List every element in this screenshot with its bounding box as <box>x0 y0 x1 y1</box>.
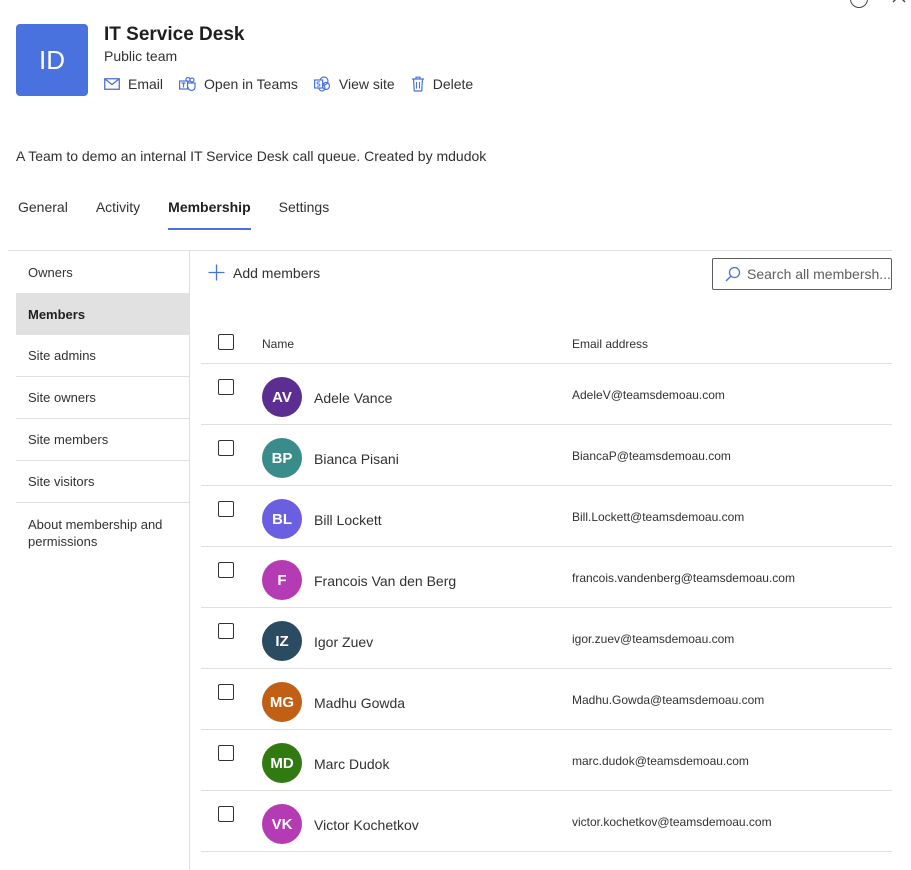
member-name: Bill Lockett <box>314 512 382 528</box>
add-members-label: Add members <box>233 264 321 281</box>
restore-icon[interactable] <box>850 0 868 8</box>
tab-activity[interactable]: Activity <box>96 199 140 230</box>
member-name: Madhu Gowda <box>314 695 406 711</box>
teams-icon <box>179 76 196 91</box>
email-button-label: Email <box>128 76 164 92</box>
sidebar-item-owners[interactable]: Owners <box>16 251 189 293</box>
team-description: A Team to demo an internal IT Service De… <box>16 148 487 164</box>
team-title: IT Service Desk <box>104 24 245 45</box>
table-row[interactable]: BL Bill Lockett Bill.Lockett@teamsdemoau.c… <box>201 486 892 547</box>
delete-button[interactable]: Delete <box>411 75 473 93</box>
member-email: AdeleV@teamsdemoau.com <box>572 388 725 402</box>
avatar: BL <box>262 499 302 539</box>
team-avatar-tile: ID <box>16 24 88 96</box>
row-checkbox[interactable] <box>218 623 234 639</box>
row-checkbox[interactable] <box>218 379 234 395</box>
search-members-input[interactable]: Search all membersh... <box>712 258 892 290</box>
tab-general[interactable]: General <box>18 199 68 230</box>
close-icon[interactable] <box>890 0 910 10</box>
member-email: marc.dudok@teamsdemoau.com <box>572 754 749 768</box>
search-icon <box>725 266 741 282</box>
tab-settings[interactable]: Settings <box>279 199 330 230</box>
row-checkbox[interactable] <box>218 684 234 700</box>
search-placeholder: Search all membersh... <box>747 266 891 282</box>
table-body: AV Adele Vance AdeleV@teamsdemoau.com BP Bia… <box>201 364 892 852</box>
sharepoint-icon <box>313 76 331 92</box>
member-email: francois.vandenberg@teamsdemoau.com <box>572 571 795 585</box>
sidebar-divider <box>189 251 190 870</box>
sidebar-item-site-visitors[interactable]: Site visitors <box>16 461 189 503</box>
header-actions: Email Open in Teams View site Delete <box>104 75 489 93</box>
sidebar-item-site-owners[interactable]: Site owners <box>16 377 189 419</box>
select-all-checkbox[interactable] <box>218 334 234 350</box>
row-checkbox[interactable] <box>218 745 234 761</box>
sidebar-item-site-admins[interactable]: Site admins <box>16 335 189 377</box>
table-row[interactable]: IZ Igor Zuev igor.zuev@teamsdemoau.com <box>201 608 892 669</box>
column-header-name[interactable]: Name <box>262 337 294 351</box>
member-email: Madhu.Gowda@teamsdemoau.com <box>572 693 765 707</box>
row-checkbox[interactable] <box>218 806 234 822</box>
avatar: MD <box>262 743 302 783</box>
sidebar-item-members[interactable]: Members <box>16 293 189 335</box>
table-header: Name Email address <box>201 322 892 364</box>
table-row[interactable]: MD Marc Dudok marc.dudok@teamsdemoau.com <box>201 730 892 791</box>
table-row[interactable]: BP Bianca Pisani BiancaP@teamsdemoau.com <box>201 425 892 486</box>
member-name: Marc Dudok <box>314 756 390 772</box>
tab-bar: General Activity Membership Settings <box>18 199 357 230</box>
avatar: AV <box>262 377 302 417</box>
table-row[interactable]: AV Adele Vance AdeleV@teamsdemoau.com <box>201 364 892 425</box>
team-initials: ID <box>39 44 65 75</box>
row-checkbox[interactable] <box>218 501 234 517</box>
plus-icon <box>208 264 225 281</box>
trash-icon <box>411 76 424 92</box>
view-site-label: View site <box>338 76 395 92</box>
table-row[interactable]: MG Madhu Gowda Madhu.Gowda@teamsdemoau.com <box>201 669 892 730</box>
member-name: Francois Van den Berg <box>314 573 457 589</box>
tab-membership[interactable]: Membership <box>168 199 252 230</box>
member-email: victor.kochetkov@teamsdemoau.com <box>572 815 772 829</box>
table-row[interactable]: VK Victor Kochetkov victor.kochetkov@teams… <box>201 791 892 852</box>
team-privacy-label: Public team <box>104 48 178 64</box>
sidebar-item-site-members[interactable]: Site members <box>16 419 189 461</box>
table-row[interactable]: F Francois Van den Berg francois.vandenber… <box>201 547 892 608</box>
open-in-teams-label: Open in Teams <box>204 76 298 92</box>
member-email: Bill.Lockett@teamsdemoau.com <box>572 510 745 524</box>
members-table: Name Email address AV Adele Vance AdeleV@t… <box>201 322 892 852</box>
sidebar-item-about-membership[interactable]: About membership and permissions <box>16 503 189 550</box>
column-header-email[interactable]: Email address <box>572 337 648 351</box>
view-site-button[interactable]: View site <box>313 75 395 93</box>
membership-sidebar: Owners Members Site admins Site owners S… <box>16 251 189 550</box>
avatar: F <box>262 560 302 600</box>
delete-label: Delete <box>432 76 474 92</box>
avatar: VK <box>262 804 302 844</box>
member-email: igor.zuev@teamsdemoau.com <box>572 632 735 646</box>
add-members-button[interactable]: Add members <box>208 264 320 281</box>
row-checkbox[interactable] <box>218 440 234 456</box>
member-name: Bianca Pisani <box>314 451 399 467</box>
member-email: BiancaP@teamsdemoau.com <box>572 449 731 463</box>
avatar: MG <box>262 682 302 722</box>
row-checkbox[interactable] <box>218 562 234 578</box>
avatar: IZ <box>262 621 302 661</box>
mail-icon <box>104 78 120 90</box>
email-button[interactable]: Email <box>104 75 163 93</box>
open-in-teams-button[interactable]: Open in Teams <box>179 75 298 93</box>
member-name: Victor Kochetkov <box>314 817 419 833</box>
member-name: Igor Zuev <box>314 634 374 650</box>
avatar: BP <box>262 438 302 478</box>
member-name: Adele Vance <box>314 390 393 406</box>
